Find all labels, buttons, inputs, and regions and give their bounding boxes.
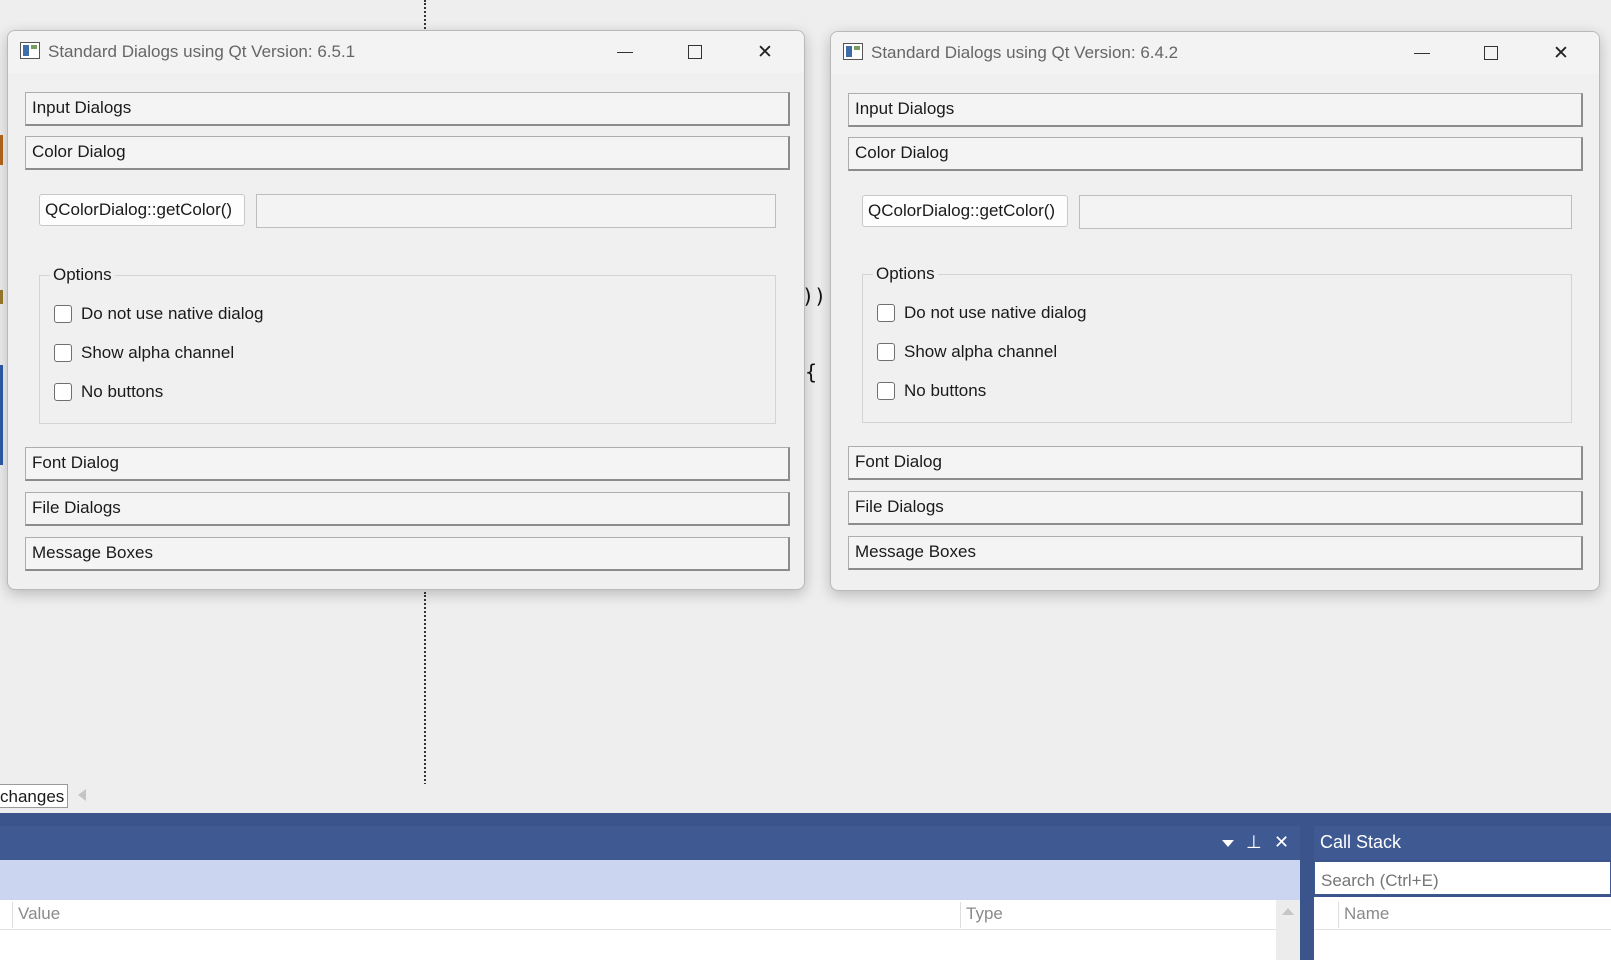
minimize-icon[interactable] (1399, 38, 1445, 68)
checkbox-label: No buttons (81, 382, 164, 401)
get-color-button[interactable]: QColorDialog::getColor() (39, 194, 245, 226)
scroll-left-icon[interactable] (78, 789, 86, 801)
dialog-window-1: Standard Dialogs using Qt Version: 6.5.1… (7, 30, 805, 590)
window-title: Standard Dialogs using Qt Version: 6.5.1 (48, 42, 356, 61)
maximize-icon[interactable] (672, 37, 718, 67)
column-header-name[interactable]: Name (1344, 904, 1389, 924)
qt-app-icon (20, 42, 40, 59)
checkbox-label: Do not use native dialog (904, 303, 1087, 322)
header-divider (0, 929, 1276, 930)
checkbox-no-native-dialog[interactable]: Do not use native dialog (54, 304, 263, 324)
file-dialogs-section-button[interactable]: File Dialogs (848, 491, 1583, 525)
qt-app-icon (843, 43, 863, 60)
file-dialogs-section-button[interactable]: File Dialogs (25, 492, 790, 526)
checkbox-box[interactable] (877, 382, 895, 400)
column-header-value[interactable]: Value (18, 904, 60, 924)
message-boxes-section-button[interactable]: Message Boxes (848, 536, 1583, 570)
font-dialog-section-button[interactable]: Font Dialog (848, 446, 1583, 480)
call-stack-title: Call Stack (1320, 832, 1402, 852)
checkbox-no-buttons[interactable]: No buttons (54, 382, 163, 402)
dialog-window-2: Standard Dialogs using Qt Version: 6.4.2… (830, 31, 1600, 591)
get-color-button[interactable]: QColorDialog::getColor() (862, 195, 1068, 227)
editor-column-guide (424, 592, 426, 788)
checkbox-label: Show alpha channel (81, 343, 235, 362)
checkbox-no-native-dialog[interactable]: Do not use native dialog (877, 303, 1086, 323)
scroll-up-icon[interactable] (1282, 908, 1294, 915)
input-dialogs-section-button[interactable]: Input Dialogs (25, 92, 790, 126)
checkbox-no-buttons[interactable]: No buttons (877, 381, 986, 401)
checkbox-show-alpha-channel[interactable]: Show alpha channel (877, 342, 1057, 362)
checkbox-box[interactable] (54, 305, 72, 323)
column-header-type[interactable]: Type (966, 904, 1003, 924)
maximize-icon[interactable] (1468, 38, 1514, 68)
input-dialogs-section-button[interactable]: Input Dialogs (848, 93, 1583, 127)
options-title: Options (873, 264, 938, 284)
color-dialog-section-button[interactable]: Color Dialog (848, 137, 1583, 171)
checkbox-box[interactable] (877, 343, 895, 361)
code-fragment: { (805, 360, 818, 384)
editor-column-guide (424, 0, 426, 32)
title-bar[interactable]: Standard Dialogs using Qt Version: 6.5.1… (8, 31, 804, 73)
color-dialog-section-button[interactable]: Color Dialog (25, 136, 790, 170)
close-icon[interactable]: ✕ (1274, 832, 1289, 853)
watch-panel-header: ⊥ ✕ (0, 826, 1300, 860)
column-separator[interactable] (1338, 902, 1339, 928)
minimize-icon[interactable] (602, 37, 648, 67)
font-dialog-section-button[interactable]: Font Dialog (25, 447, 790, 481)
editor-tab-strip: changes (0, 784, 1611, 813)
close-icon[interactable]: ✕ (1538, 38, 1584, 68)
tab-changes[interactable]: changes (0, 784, 68, 808)
call-stack-search-input[interactable] (1314, 861, 1611, 895)
header-divider (1314, 929, 1611, 930)
color-result-box (1079, 195, 1572, 229)
checkbox-box[interactable] (54, 383, 72, 401)
title-bar[interactable]: Standard Dialogs using Qt Version: 6.4.2… (831, 32, 1599, 74)
watch-panel-toolbar (0, 860, 1300, 900)
column-separator[interactable] (12, 902, 13, 928)
checkbox-show-alpha-channel[interactable]: Show alpha channel (54, 343, 234, 363)
checkbox-label: Show alpha channel (904, 342, 1058, 361)
color-result-box (256, 194, 776, 228)
checkbox-label: No buttons (904, 381, 987, 400)
window-title: Standard Dialogs using Qt Version: 6.4.2 (871, 43, 1179, 62)
watch-panel-body (0, 900, 1300, 960)
checkbox-label: Do not use native dialog (81, 304, 264, 323)
column-separator[interactable] (960, 902, 961, 928)
checkbox-box[interactable] (877, 304, 895, 322)
dropdown-icon[interactable] (1222, 840, 1234, 847)
options-title: Options (50, 265, 115, 285)
message-boxes-section-button[interactable]: Message Boxes (25, 537, 790, 571)
close-icon[interactable]: ✕ (742, 37, 788, 67)
code-fragment: )) (802, 284, 827, 308)
pin-icon[interactable]: ⊥ (1246, 832, 1262, 853)
checkbox-box[interactable] (54, 344, 72, 362)
